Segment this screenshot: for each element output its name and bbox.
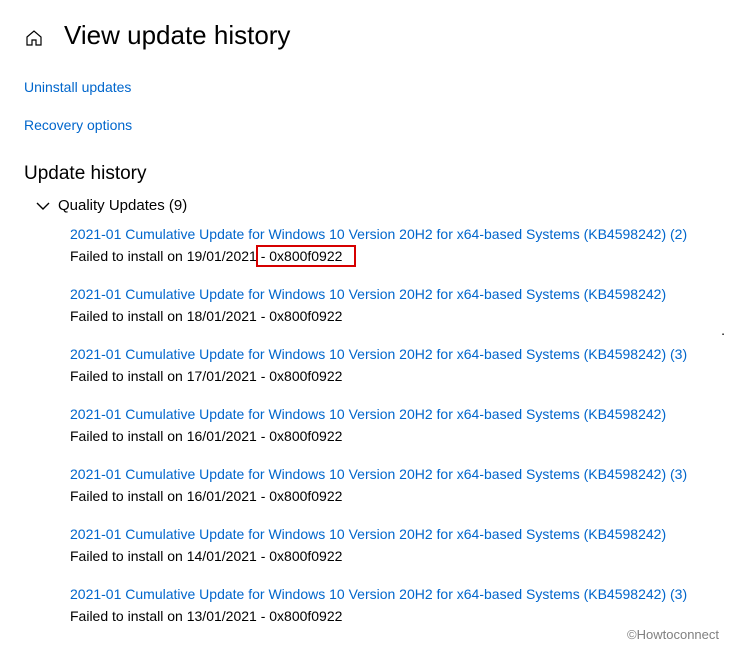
update-item: 2021-01 Cumulative Update for Windows 10… xyxy=(70,406,705,444)
update-item: 2021-01 Cumulative Update for Windows 10… xyxy=(70,586,705,624)
update-status: Failed to install on 13/01/2021 - 0x800f… xyxy=(70,608,705,624)
uninstall-updates-link[interactable]: Uninstall updates xyxy=(24,79,131,95)
update-title-link[interactable]: 2021-01 Cumulative Update for Windows 10… xyxy=(70,526,666,542)
home-icon[interactable] xyxy=(24,28,44,48)
page-title: View update history xyxy=(64,20,290,51)
update-item: 2021-01 Cumulative Update for Windows 10… xyxy=(70,226,705,264)
update-title-link[interactable]: 2021-01 Cumulative Update for Windows 10… xyxy=(70,406,666,422)
chevron-down-icon xyxy=(34,198,52,214)
update-item: 2021-01 Cumulative Update for Windows 10… xyxy=(70,346,705,384)
update-title-link[interactable]: 2021-01 Cumulative Update for Windows 10… xyxy=(70,226,687,242)
update-status: Failed to install on 16/01/2021 - 0x800f… xyxy=(70,428,705,444)
update-item: 2021-01 Cumulative Update for Windows 10… xyxy=(70,466,705,504)
update-status: Failed to install on 16/01/2021 - 0x800f… xyxy=(70,488,705,504)
group-title: Quality Updates (9) xyxy=(58,197,187,214)
update-item: 2021-01 Cumulative Update for Windows 10… xyxy=(70,286,705,324)
decorative-dot: . xyxy=(721,322,725,338)
update-status: Failed to install on 17/01/2021 - 0x800f… xyxy=(70,368,705,384)
update-title-link[interactable]: 2021-01 Cumulative Update for Windows 10… xyxy=(70,286,666,302)
watermark: ©Howtoconnect xyxy=(627,627,719,642)
update-status: Failed to install on 18/01/2021 - 0x800f… xyxy=(70,308,705,324)
update-status: Failed to install on 19/01/2021 - 0x800f… xyxy=(70,248,705,264)
update-title-link[interactable]: 2021-01 Cumulative Update for Windows 10… xyxy=(70,466,687,482)
update-status: Failed to install on 14/01/2021 - 0x800f… xyxy=(70,548,705,564)
update-title-link[interactable]: 2021-01 Cumulative Update for Windows 10… xyxy=(70,586,687,602)
section-heading: Update history xyxy=(0,163,729,185)
error-code-highlight xyxy=(256,245,356,267)
update-item: 2021-01 Cumulative Update for Windows 10… xyxy=(70,526,705,564)
recovery-options-link[interactable]: Recovery options xyxy=(24,117,132,133)
group-toggle-quality-updates[interactable]: Quality Updates (9) xyxy=(0,197,729,214)
update-title-link[interactable]: 2021-01 Cumulative Update for Windows 10… xyxy=(70,346,687,362)
